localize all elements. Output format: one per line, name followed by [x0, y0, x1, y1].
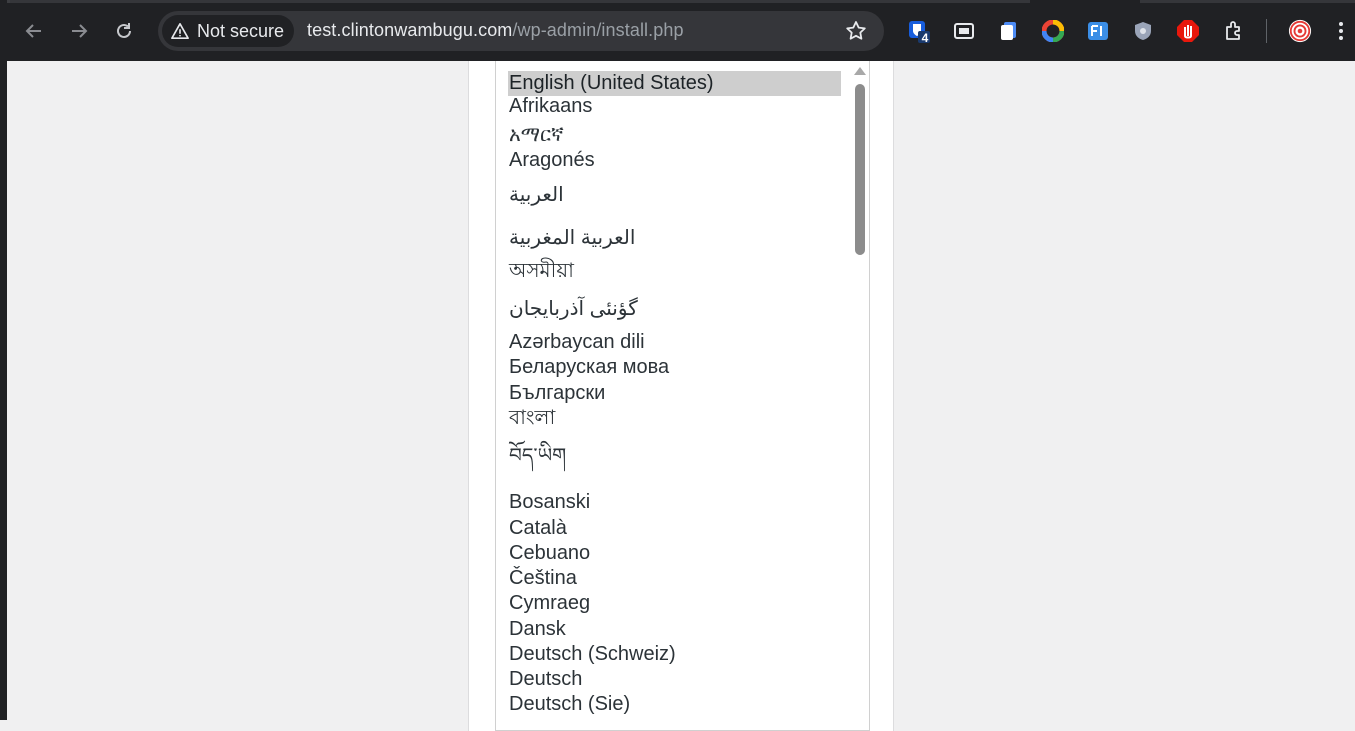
profile-avatar[interactable] [1288, 19, 1312, 43]
listbox-scrollbar[interactable] [851, 61, 869, 730]
ad-blocker-extension-icon[interactable] [1176, 19, 1200, 43]
shield-extension-icon[interactable] [1131, 19, 1155, 43]
language-option[interactable]: Cebuano [508, 541, 841, 566]
language-option[interactable]: English (United States) [508, 71, 841, 96]
language-option[interactable]: Deutsch (Schweiz) [508, 642, 841, 667]
language-option[interactable]: Čeština [508, 566, 841, 591]
language-option[interactable]: অসমীয়া [508, 259, 841, 284]
forward-icon[interactable] [63, 15, 95, 47]
extensions-icon[interactable] [1222, 19, 1246, 43]
language-option[interactable]: Deutsch (Sie) [508, 692, 841, 717]
language-option[interactable]: Català [508, 516, 841, 541]
security-label: Not secure [197, 20, 285, 41]
menu-icon[interactable] [1334, 17, 1348, 45]
window-edge [0, 0, 7, 720]
language-option[interactable]: བོད་ཡིག [508, 444, 841, 469]
url-path: /wp-admin/install.php [512, 20, 684, 40]
extension-badge: 4 [921, 31, 929, 45]
language-option[interactable]: Dansk [508, 617, 841, 642]
language-option[interactable]: Беларуская мова [508, 355, 841, 380]
address-bar[interactable]: Not secure test.clintonwambugu.com/wp-ad… [158, 11, 884, 51]
security-chip[interactable]: Not secure [162, 15, 294, 47]
star-icon[interactable] [844, 19, 868, 43]
toolbar-divider [1266, 19, 1267, 43]
language-option[interactable]: አማርኛ [508, 123, 841, 148]
scroll-up-arrow-icon[interactable] [854, 67, 866, 75]
back-icon[interactable] [18, 15, 50, 47]
font-inspector-extension-icon[interactable] [1086, 19, 1110, 43]
scrollbar-thumb[interactable] [855, 84, 865, 255]
clipboard-extension-icon[interactable] [997, 19, 1021, 43]
color-picker-extension-icon[interactable] [1041, 19, 1065, 43]
language-option[interactable]: العربية المغربية [508, 226, 841, 251]
url-host: test.clintonwambugu.com [307, 20, 513, 40]
tab-strip-edge [0, 0, 1355, 3]
tab-manager-extension-icon[interactable] [952, 19, 976, 43]
language-option[interactable]: বাংলা [508, 406, 841, 431]
language-select[interactable]: English (United States) Afrikaans አማርኛ A… [495, 61, 870, 731]
language-option[interactable]: Afrikaans [508, 94, 841, 119]
language-option[interactable]: Cymraeg [508, 591, 841, 616]
reload-icon[interactable] [108, 15, 140, 47]
url-text[interactable]: test.clintonwambugu.com/wp-admin/install… [307, 20, 684, 41]
language-option[interactable]: Azərbaycan dili [508, 330, 841, 355]
language-option[interactable]: Български [508, 381, 841, 406]
language-option[interactable]: گؤنئی آذربایجان [508, 297, 841, 322]
language-option[interactable]: Deutsch [508, 667, 841, 692]
language-option[interactable]: Aragonés [508, 148, 841, 173]
language-option[interactable]: العربية [508, 183, 841, 208]
language-option[interactable]: Bosanski [508, 490, 841, 515]
warning-icon [171, 22, 189, 40]
